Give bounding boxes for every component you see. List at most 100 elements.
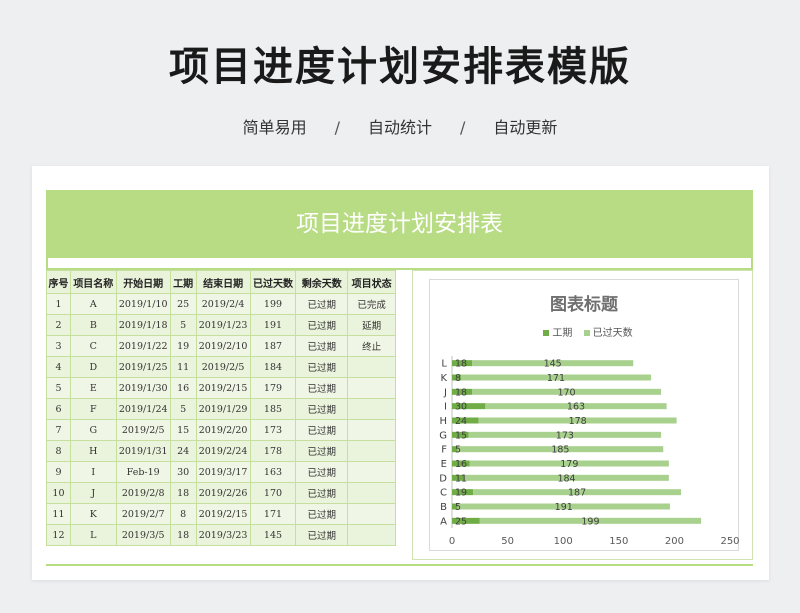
cell-project-name[interactable]: D <box>69 356 117 378</box>
cell-index[interactable]: 2 <box>46 314 71 336</box>
cell-remaining[interactable]: 已过期 <box>295 419 349 441</box>
cell-start-date[interactable]: Feb-19 <box>115 461 171 483</box>
cell-index[interactable]: 9 <box>46 461 71 483</box>
cell-index[interactable]: 1 <box>46 293 71 315</box>
cell-project-name[interactable]: K <box>69 503 117 525</box>
cell-project-name[interactable]: C <box>69 335 117 357</box>
cell-status[interactable] <box>347 524 396 546</box>
cell-start-date[interactable]: 2019/1/25 <box>115 356 171 378</box>
cell-elapsed[interactable]: 170 <box>249 482 297 504</box>
cell-index[interactable]: 11 <box>46 503 71 525</box>
cell-remaining[interactable]: 已过期 <box>295 293 349 315</box>
cell-remaining[interactable]: 已过期 <box>295 314 349 336</box>
cell-elapsed[interactable]: 187 <box>249 335 297 357</box>
cell-status[interactable] <box>347 356 396 378</box>
cell-elapsed[interactable]: 178 <box>249 440 297 462</box>
cell-status[interactable] <box>347 482 396 504</box>
cell-remaining[interactable]: 已过期 <box>295 440 349 462</box>
cell-elapsed[interactable]: 173 <box>249 419 297 441</box>
cell-duration[interactable]: 24 <box>169 440 197 462</box>
cell-end-date[interactable]: 2019/2/15 <box>195 503 251 525</box>
cell-start-date[interactable]: 2019/1/18 <box>115 314 171 336</box>
cell-duration[interactable]: 30 <box>169 461 197 483</box>
cell-duration[interactable]: 5 <box>169 314 197 336</box>
cell-start-date[interactable]: 2019/1/24 <box>115 398 171 420</box>
cell-end-date[interactable]: 2019/3/17 <box>195 461 251 483</box>
cell-index[interactable]: 12 <box>46 524 71 546</box>
cell-remaining[interactable]: 已过期 <box>295 356 349 378</box>
cell-duration[interactable]: 19 <box>169 335 197 357</box>
y-category-label: D <box>439 473 447 484</box>
cell-duration[interactable]: 18 <box>169 524 197 546</box>
cell-start-date[interactable]: 2019/1/10 <box>115 293 171 315</box>
cell-status[interactable]: 终止 <box>347 335 396 357</box>
cell-duration[interactable]: 16 <box>169 377 197 399</box>
cell-duration[interactable]: 18 <box>169 482 197 504</box>
cell-end-date[interactable]: 2019/2/10 <box>195 335 251 357</box>
cell-elapsed[interactable]: 171 <box>249 503 297 525</box>
cell-start-date[interactable]: 2019/3/5 <box>115 524 171 546</box>
cell-end-date[interactable]: 2019/2/20 <box>195 419 251 441</box>
cell-status[interactable] <box>347 503 396 525</box>
cell-elapsed[interactable]: 179 <box>249 377 297 399</box>
cell-project-name[interactable]: H <box>69 440 117 462</box>
cell-remaining[interactable]: 已过期 <box>295 503 349 525</box>
cell-start-date[interactable]: 2019/1/30 <box>115 377 171 399</box>
cell-start-date[interactable]: 2019/2/5 <box>115 419 171 441</box>
cell-end-date[interactable]: 2019/2/4 <box>195 293 251 315</box>
cell-end-date[interactable]: 2019/2/5 <box>195 356 251 378</box>
cell-remaining[interactable]: 已过期 <box>295 482 349 504</box>
cell-elapsed[interactable]: 145 <box>249 524 297 546</box>
cell-start-date[interactable]: 2019/2/8 <box>115 482 171 504</box>
cell-elapsed[interactable]: 199 <box>249 293 297 315</box>
cell-elapsed[interactable]: 163 <box>249 461 297 483</box>
cell-end-date[interactable]: 2019/2/15 <box>195 377 251 399</box>
cell-project-name[interactable]: L <box>69 524 117 546</box>
cell-remaining[interactable]: 已过期 <box>295 524 349 546</box>
cell-index[interactable]: 4 <box>46 356 71 378</box>
cell-duration[interactable]: 15 <box>169 419 197 441</box>
y-category-label: H <box>439 416 447 427</box>
cell-index[interactable]: 6 <box>46 398 71 420</box>
cell-index[interactable]: 10 <box>46 482 71 504</box>
cell-index[interactable]: 7 <box>46 419 71 441</box>
cell-status[interactable]: 已完成 <box>347 293 396 315</box>
cell-duration[interactable]: 8 <box>169 503 197 525</box>
cell-project-name[interactable]: E <box>69 377 117 399</box>
cell-project-name[interactable]: J <box>69 482 117 504</box>
cell-status[interactable] <box>347 398 396 420</box>
cell-elapsed[interactable]: 184 <box>249 356 297 378</box>
cell-duration[interactable]: 25 <box>169 293 197 315</box>
cell-project-name[interactable]: A <box>69 293 117 315</box>
cell-remaining[interactable]: 已过期 <box>295 377 349 399</box>
cell-status[interactable] <box>347 377 396 399</box>
cell-index[interactable]: 3 <box>46 335 71 357</box>
cell-project-name[interactable]: F <box>69 398 117 420</box>
cell-duration[interactable]: 11 <box>169 356 197 378</box>
cell-end-date[interactable]: 2019/2/26 <box>195 482 251 504</box>
cell-end-date[interactable]: 2019/1/23 <box>195 314 251 336</box>
cell-end-date[interactable]: 2019/1/29 <box>195 398 251 420</box>
cell-remaining[interactable]: 已过期 <box>295 461 349 483</box>
x-tick-label: 150 <box>609 536 628 547</box>
cell-elapsed[interactable]: 185 <box>249 398 297 420</box>
cell-status[interactable] <box>347 461 396 483</box>
cell-end-date[interactable]: 2019/3/23 <box>195 524 251 546</box>
cell-project-name[interactable]: I <box>69 461 117 483</box>
cell-duration[interactable]: 5 <box>169 398 197 420</box>
cell-start-date[interactable]: 2019/1/22 <box>115 335 171 357</box>
cell-start-date[interactable]: 2019/1/31 <box>115 440 171 462</box>
cell-remaining[interactable]: 已过期 <box>295 335 349 357</box>
cell-project-name[interactable]: G <box>69 419 117 441</box>
cell-remaining[interactable]: 已过期 <box>295 398 349 420</box>
cell-index[interactable]: 8 <box>46 440 71 462</box>
cell-status[interactable]: 延期 <box>347 314 396 336</box>
table-row: 8 H 2019/1/31 24 2019/2/24 178 已过期 <box>46 440 396 462</box>
cell-end-date[interactable]: 2019/2/24 <box>195 440 251 462</box>
cell-index[interactable]: 5 <box>46 377 71 399</box>
cell-status[interactable] <box>347 419 396 441</box>
cell-elapsed[interactable]: 191 <box>249 314 297 336</box>
cell-project-name[interactable]: B <box>69 314 117 336</box>
cell-status[interactable] <box>347 440 396 462</box>
cell-start-date[interactable]: 2019/2/7 <box>115 503 171 525</box>
